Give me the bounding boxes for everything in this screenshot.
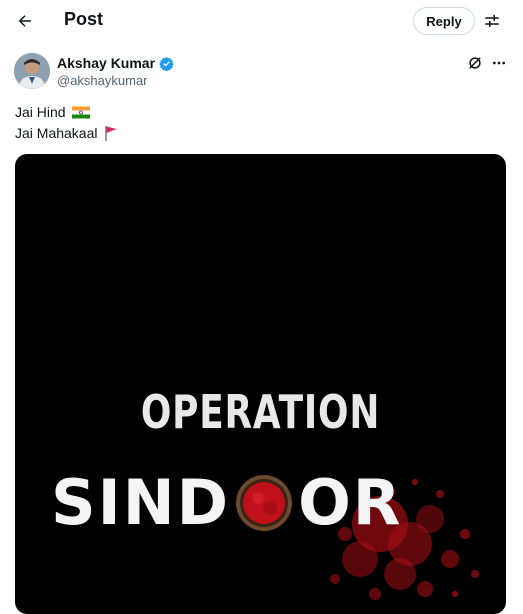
post-text-line: Jai Hind xyxy=(15,104,90,120)
more-icon[interactable] xyxy=(490,54,508,72)
post-text: Jai Mahakaal xyxy=(15,125,98,141)
page-title: Post xyxy=(64,9,104,29)
top-bar: Post Reply xyxy=(0,0,523,42)
poster-word-right: OR xyxy=(298,466,403,539)
avatar[interactable] xyxy=(14,53,50,89)
grok-icon[interactable] xyxy=(466,54,484,72)
author-name-row: Akshay Kumar xyxy=(57,55,174,71)
sindoor-bowl xyxy=(234,473,294,533)
verified-badge-icon xyxy=(159,56,174,71)
poster-title-bottom: SIND OR xyxy=(51,472,403,534)
red-flag-emoji xyxy=(104,125,118,141)
indian-flag-emoji xyxy=(71,106,90,119)
poster-title-top: OPERATION xyxy=(140,385,381,439)
poster-word-left: SIND xyxy=(51,466,231,539)
post-text: Jai Hind xyxy=(15,104,66,120)
adjust-icon[interactable] xyxy=(481,10,503,32)
post-media-image[interactable]: OPERATION SIND OR xyxy=(15,154,506,614)
reply-button[interactable]: Reply xyxy=(413,7,475,35)
author-handle[interactable]: @akshaykumar xyxy=(57,73,148,88)
back-arrow-icon[interactable] xyxy=(12,8,38,34)
post-text-line: Jai Mahakaal xyxy=(15,125,118,141)
author-name[interactable]: Akshay Kumar xyxy=(57,55,155,71)
